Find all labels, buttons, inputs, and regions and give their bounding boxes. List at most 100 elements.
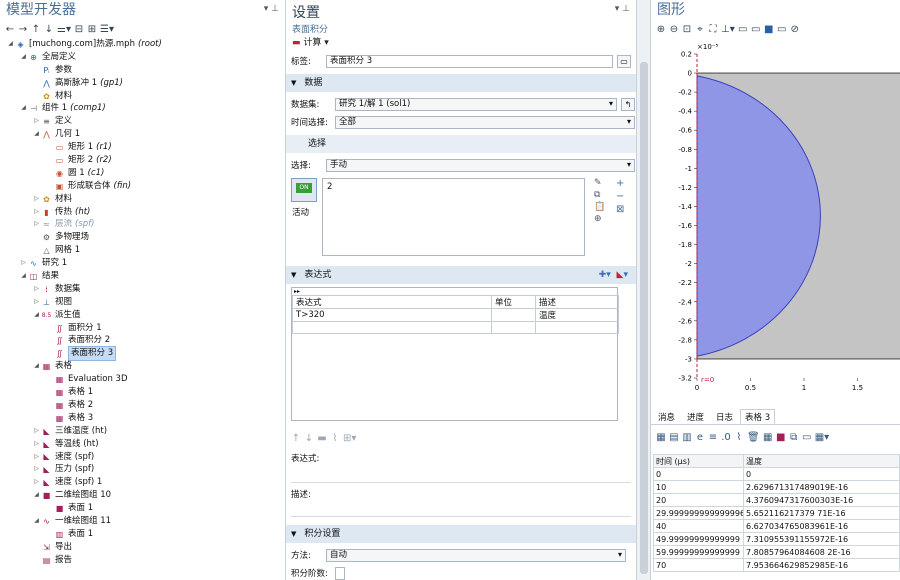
delete-icon[interactable]: 🗑 — [747, 432, 760, 443]
tree-node[interactable]: ◢ ■ 二维绘图组 10 — [0, 489, 285, 502]
tree-node[interactable]: ▷ ◣ 速度 (spf) 1 — [0, 476, 285, 489]
time-cell[interactable]: 20 — [653, 493, 744, 507]
expand-icon[interactable]: ⊞ — [87, 24, 97, 35]
table-options-icon[interactable]: ⊞▾ — [343, 433, 356, 444]
notation-icon[interactable]: e — [695, 432, 705, 443]
tree-node[interactable]: ▷ ≈ 层流 (spf) — [0, 218, 285, 231]
expand-toggle-icon[interactable]: ◢ — [32, 309, 41, 322]
down-arrow-icon[interactable]: ↓ — [44, 24, 54, 35]
label-edit-icon[interactable]: ▭ — [617, 54, 631, 68]
tree-node[interactable]: ⚙ 多物理场 — [0, 231, 285, 244]
expand-toggle-icon[interactable]: ▷ — [32, 283, 41, 296]
full-precision-icon[interactable]: ▤ — [669, 432, 679, 443]
paste-icon[interactable]: ✎ — [594, 178, 605, 188]
selection-select[interactable]: 手动 — [326, 158, 635, 172]
tree-node[interactable]: ▷ ⊥ 视图 — [0, 296, 285, 309]
graphics-canvas[interactable]: 21.510.50-3.2-3-2.8-2.6-2.4-2.2-2-1.8-1.… — [651, 38, 900, 398]
temperature-cell[interactable]: 4.3760947317600303E-16 — [743, 493, 900, 507]
show-icon[interactable]: ⚌▾ — [57, 24, 71, 35]
move-down-icon[interactable]: ↓ — [304, 433, 314, 444]
color-icon[interactable]: ■ — [776, 432, 786, 443]
back-arrow-icon[interactable]: ← — [5, 24, 15, 35]
table-row[interactable]: 10 2.629671317489019E-16 — [653, 480, 900, 494]
order-checkbox[interactable] — [335, 566, 345, 580]
expand-toggle-icon[interactable]: ◢ — [32, 489, 41, 502]
auto-icon[interactable]: ▥ — [682, 432, 692, 443]
tree-node[interactable]: ▷ ◣ 压力 (spf) — [0, 463, 285, 476]
tree-node[interactable]: ▦ Evaluation 3D — [0, 373, 285, 386]
tree-menu-icon[interactable]: ☰▾ — [100, 24, 114, 35]
expand-toggle-icon[interactable]: ▷ — [32, 476, 41, 489]
tree-node[interactable]: ▷ ≡ 定义 — [0, 115, 285, 128]
tree-node[interactable]: ▥ 表面 1 — [0, 528, 285, 541]
expand-toggle-icon[interactable]: ▷ — [32, 425, 41, 438]
copy-icon[interactable]: ⧉ — [594, 190, 605, 200]
temperature-cell[interactable]: 6.627034765083961E-16 — [743, 519, 900, 533]
pin-icon[interactable]: ▾ ⊥ — [264, 4, 279, 14]
time-cell[interactable]: 40 — [653, 519, 744, 533]
expand-toggle-icon[interactable]: ◢ — [32, 128, 41, 141]
export-icon[interactable]: ▭ — [802, 432, 812, 443]
table-icon[interactable]: ▦ — [656, 432, 666, 443]
expand-toggle-icon[interactable]: ▷ — [32, 463, 41, 476]
time-cell[interactable]: 59.99999999999999 — [653, 545, 744, 559]
boundary-icon[interactable]: ▭ — [777, 24, 787, 35]
dataset-select[interactable]: 研究 1/解 1 (sol1) — [335, 97, 617, 111]
tree-node[interactable]: ▤ 报告 — [0, 554, 285, 567]
tree-node[interactable]: ▷ ✿ 材料 — [0, 193, 285, 206]
table-row[interactable]: 59.99999999999999 7.80857964084608 2E-16 — [653, 545, 900, 559]
expand-toggle-icon[interactable]: ▷ — [32, 296, 41, 309]
tree-node[interactable]: ◢ ∿ 一维绘图组 11 — [0, 515, 285, 528]
tree-node[interactable]: ✿ 材料 — [0, 90, 285, 103]
expand-toggle-icon[interactable]: ▷ — [32, 451, 41, 464]
time-cell[interactable]: 10 — [653, 480, 744, 494]
tree-node[interactable]: Pᵢ 参数 — [0, 64, 285, 77]
time-cell[interactable]: 29.999999999999996 — [653, 506, 744, 520]
empty-cell[interactable] — [292, 321, 492, 334]
time-cell[interactable]: 49.99999999999999 — [653, 532, 744, 546]
tree-node[interactable]: ◉ 圆 1 (c1) — [0, 167, 285, 180]
results-tab[interactable]: 消息 — [653, 409, 680, 424]
scrollbar-thumb[interactable] — [640, 62, 648, 574]
temperature-cell[interactable]: 0 — [743, 467, 900, 481]
tree-node[interactable]: ◢ ⋀ 几何 1 — [0, 128, 285, 141]
expand-toggle-icon[interactable]: ◢ — [19, 102, 28, 115]
tree-node[interactable]: △ 网格 1 — [0, 244, 285, 257]
clear-icon[interactable]: ⊠ — [616, 204, 624, 215]
expand-toggle-icon[interactable]: ▷ — [32, 218, 41, 231]
zoom-extents-icon[interactable]: ⛶ — [708, 24, 718, 35]
brush-icon[interactable]: ⌇ — [734, 432, 744, 443]
tree-node[interactable]: ∬ 表面积分 2 — [0, 334, 285, 347]
expand-toggle-icon[interactable]: ◢ — [6, 38, 15, 51]
expand-table-icon[interactable]: ▸▸ — [292, 288, 617, 295]
table-row[interactable]: 49.99999999999999 7.310955391155972E-16 — [653, 532, 900, 546]
expression-cell[interactable]: T>320 — [292, 308, 492, 322]
active-toggle[interactable]: ON — [291, 178, 317, 202]
expression-field[interactable] — [291, 467, 631, 483]
tree-node[interactable]: ◢ ◫ 结果 — [0, 270, 285, 283]
copy-icon[interactable]: ⧉ — [789, 432, 799, 443]
more-icon[interactable]: ▦▾ — [815, 432, 829, 443]
tree-node[interactable]: ▷ ▮ 传热 (ht) — [0, 206, 285, 219]
table-row[interactable]: 29.999999999999996 5.652116217379 71E-16 — [653, 506, 900, 520]
tree-node[interactable]: ◢ ▦ 表格 — [0, 360, 285, 373]
results-tab[interactable]: 表格 3 — [740, 409, 776, 424]
temperature-cell[interactable]: 7.80857964084608 2E-16 — [743, 545, 900, 559]
tree-node[interactable]: ▷ ◣ 等温线 (ht) — [0, 438, 285, 451]
tree-node[interactable]: ▦ 表格 3 — [0, 412, 285, 425]
tree-node[interactable]: ■ 表面 1 — [0, 502, 285, 515]
zoom-in-icon[interactable]: ⊕ — [656, 24, 666, 35]
table-row[interactable]: 40 6.627034765083961E-16 — [653, 519, 900, 533]
tree-node[interactable]: ◢ 8.5 派生值 — [0, 309, 285, 322]
brush-icon[interactable]: ⌇ — [330, 433, 340, 444]
up-arrow-icon[interactable]: ↑ — [31, 24, 41, 35]
expand-toggle-icon[interactable]: ▷ — [32, 115, 41, 128]
results-tab[interactable]: 进度 — [682, 409, 709, 424]
selection-list[interactable]: 2 — [322, 178, 585, 256]
temperature-cell[interactable]: 2.629671317489019E-16 — [743, 480, 900, 494]
settings-scrollbar[interactable] — [637, 0, 651, 580]
tree-node[interactable]: ▷ ⁞ 数据集 — [0, 283, 285, 296]
label-field[interactable]: 表面积分 3 — [326, 54, 613, 68]
clipboard-icon[interactable]: 📋 — [594, 202, 605, 212]
grid-icon[interactable]: ▦ — [763, 432, 773, 443]
